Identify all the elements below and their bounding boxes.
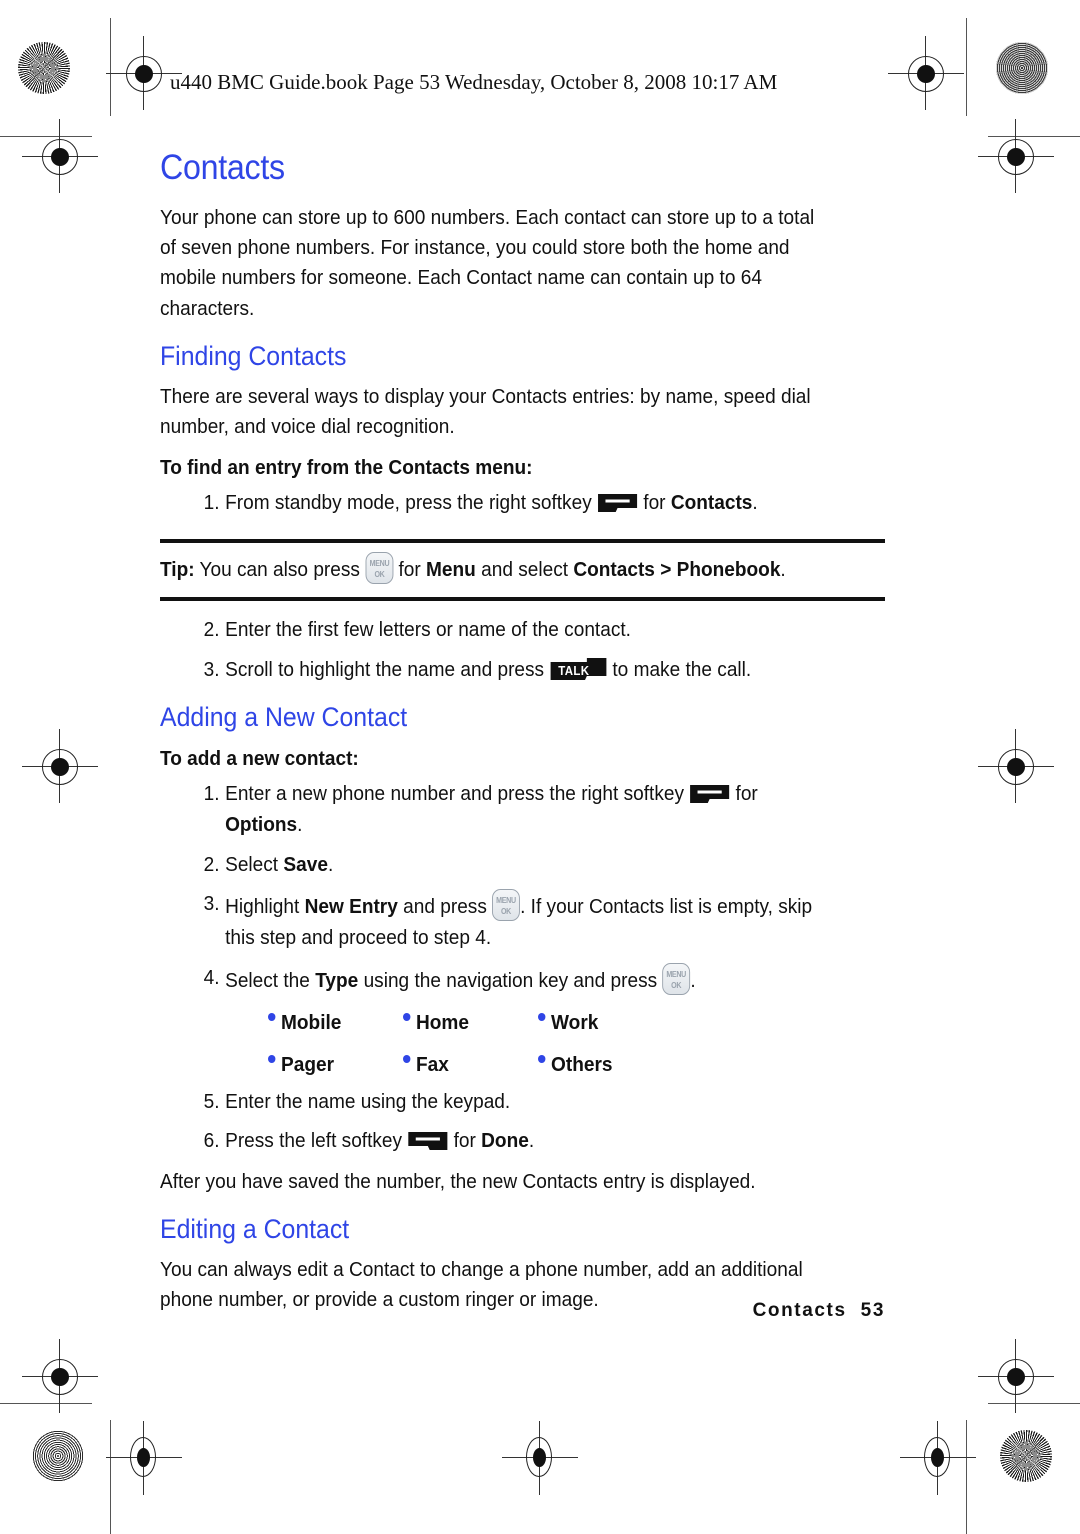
subheading-find-entry: To find an entry from the Contacts menu: [160, 456, 533, 480]
registration-target-mid-left-upper [22, 119, 98, 193]
right-softkey-icon [689, 782, 730, 804]
list-item: 4. Select the Type using the navigation k… [160, 962, 834, 997]
list-item: Work [538, 1011, 664, 1035]
crop-line-bottom-right [988, 1403, 1080, 1405]
step-number: 1. [203, 782, 220, 806]
bullet-dot-icon [538, 1054, 546, 1063]
step-text: Enter the first few letters or name of t… [225, 617, 631, 641]
step-text-tail: for Contacts. [643, 491, 758, 515]
step-number: 4. [203, 965, 220, 989]
registration-target-mid-left [22, 729, 98, 803]
step-text: Select Save. [225, 852, 334, 876]
step-number: 2. [203, 852, 220, 876]
adding-steps-list: 1. Enter a new phone number and press the… [160, 779, 885, 997]
footer-chapter-label: Contacts [752, 1300, 847, 1321]
registration-rosette-top-right [996, 42, 1048, 94]
step-text: Select the Type using the navigation key… [225, 968, 658, 992]
registration-target-bottom-center [502, 1421, 578, 1495]
list-item: Others [538, 1053, 664, 1077]
registration-target-mid-right [978, 729, 1054, 803]
contact-type-bullet-grid: Mobile Home Work Pager Fax Others [160, 1011, 885, 1077]
page-title: Contacts [160, 148, 285, 187]
step-text: Enter the name using the keypad. [225, 1089, 511, 1113]
step-number: 2. [203, 617, 220, 641]
bullet-dot-icon [268, 1012, 276, 1021]
crop-line-left-bottom [110, 1420, 112, 1534]
registration-target-top-right [888, 36, 964, 110]
left-softkey-icon [407, 1129, 448, 1151]
registration-rosette-top-left [18, 42, 70, 94]
crop-line-bottom-left [0, 1403, 92, 1405]
list-item: 6. Press the left softkey for Done. [160, 1126, 834, 1157]
crop-line-left [110, 18, 112, 116]
step-text: Highlight New Entry and press [225, 895, 487, 919]
registration-target-bottom-right [900, 1421, 976, 1495]
talk-key-icon: TALK [549, 656, 607, 682]
registration-target-lower-left [22, 1339, 98, 1413]
step-number: 3. [203, 892, 220, 916]
registration-rosette-bottom-right [1000, 1430, 1052, 1482]
right-softkey-icon [597, 491, 638, 513]
step-number: 5. [203, 1089, 220, 1113]
adding-steps-list-continued: 5. Enter the name using the keypad. 6. Pre… [160, 1087, 885, 1158]
list-item: Home [403, 1011, 529, 1035]
crop-line-right-bottom [966, 1420, 968, 1534]
finding-intro-paragraph: There are several ways to display your C… [160, 384, 811, 439]
list-item: 3. Scroll to highlight the name and press… [160, 655, 834, 686]
list-item: 1. From standby mode, press the right sof… [160, 488, 834, 519]
list-item: Fax [403, 1053, 529, 1077]
finding-steps-list: 1. From standby mode, press the right sof… [160, 488, 885, 519]
list-item: Pager [268, 1053, 394, 1077]
crop-line-top-right [988, 136, 1080, 138]
section-heading-adding-new-contact: Adding a New Contact [160, 702, 408, 733]
list-item: 3. Highlight New Entry and press MENU OK … [160, 889, 834, 954]
step-number: 6. [203, 1129, 220, 1153]
section-heading-editing-contact: Editing a Contact [160, 1214, 350, 1245]
list-item: 2. Select Save. [160, 850, 834, 881]
registration-target-bottom-left [106, 1421, 182, 1495]
bullet-dot-icon [403, 1054, 411, 1063]
list-item: 5. Enter the name using the keypad. [160, 1087, 834, 1118]
tip-label: Tip: [160, 558, 195, 582]
step-text-tail: to make the call. [612, 657, 752, 681]
step-text-tail: . [690, 968, 696, 992]
bullet-dot-icon [268, 1054, 276, 1063]
subheading-add-new-contact: To add a new contact: [160, 747, 359, 771]
step-text: Scroll to highlight the name and press [225, 657, 545, 681]
adding-closing-paragraph: After you have saved the number, the new… [160, 1170, 756, 1194]
section-heading-finding-contacts: Finding Contacts [160, 341, 347, 372]
registration-rosette-bottom-left [32, 1430, 84, 1482]
finding-steps-list-continued: 2. Enter the first few letters or name of… [160, 615, 885, 686]
bullet-dot-icon [403, 1012, 411, 1021]
page-content: Contacts Your phone can store up to 600 … [160, 148, 885, 1328]
step-text: Enter a new phone number and press the r… [225, 782, 684, 806]
footer-page-number: 53 [860, 1300, 885, 1321]
crop-line-top-left [0, 136, 92, 138]
menu-ok-key-icon: MENU OK [662, 962, 691, 995]
registration-target-lower-right [978, 1339, 1054, 1413]
registration-target-top-left [106, 36, 182, 110]
list-item: 2. Enter the first few letters or name of… [160, 615, 834, 646]
step-text: From standby mode, press the right softk… [225, 491, 592, 515]
menu-ok-key-icon: MENU OK [365, 552, 394, 585]
chapter-intro-paragraph: Your phone can store up to 600 numbers. … [160, 205, 815, 320]
tip-callout: Tip: You can also press MENU OK for Menu… [160, 539, 885, 601]
list-item: 1. Enter a new phone number and press the… [160, 779, 834, 841]
menu-ok-key-icon: MENU OK [492, 889, 521, 922]
step-number: 1. [203, 491, 220, 515]
list-item: Mobile [268, 1011, 394, 1035]
registration-target-mid-right-upper [978, 119, 1054, 193]
step-number: 3. [203, 657, 220, 681]
bullet-dot-icon [538, 1012, 546, 1021]
tip-text: Tip: You can also press MENU OK for Menu… [160, 552, 834, 586]
step-text-tail: for Done. [453, 1129, 535, 1153]
step-text: Press the left softkey [225, 1129, 403, 1153]
print-header-line: u440 BMC Guide.book Page 53 Wednesday, O… [170, 70, 778, 94]
crop-line-right [966, 18, 968, 116]
page-footer: Contacts 53 [160, 1300, 885, 1322]
